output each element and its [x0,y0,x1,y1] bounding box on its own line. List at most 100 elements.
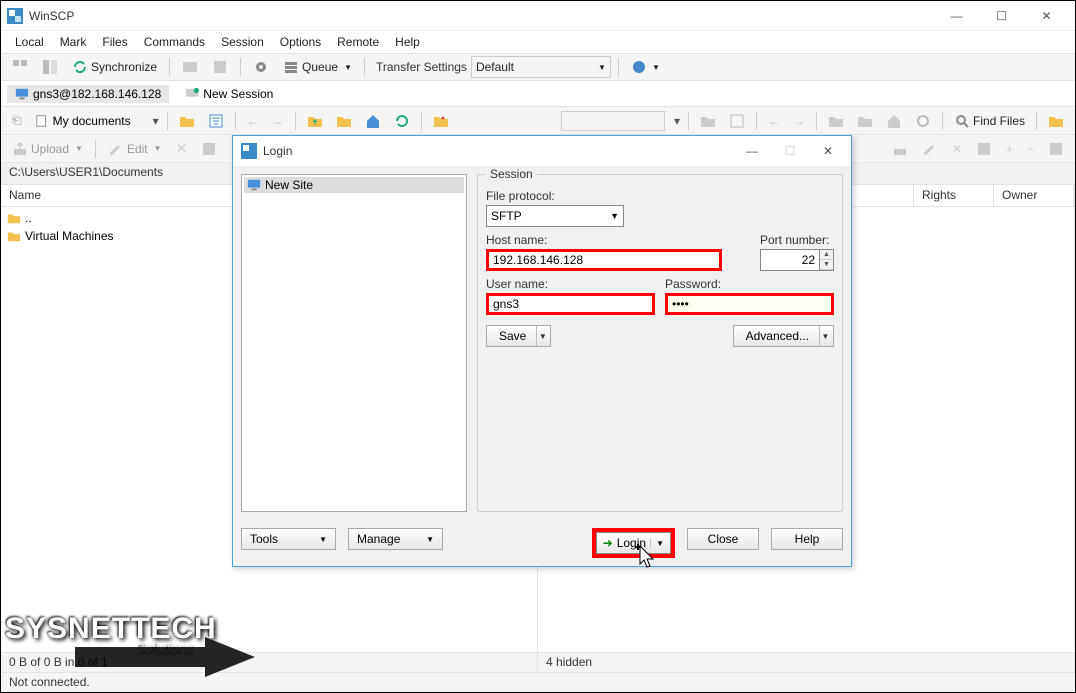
site-item-new[interactable]: New Site [244,177,464,193]
r-root-icon[interactable] [852,110,878,132]
delete-icon[interactable]: ✕ [171,138,193,160]
status-bar: 0 B of 0 B in 0 of 1 4 hidden [1,652,1075,672]
advanced-button[interactable]: Advanced...▼ [733,325,834,347]
r-refresh-icon[interactable] [910,110,936,132]
r-back-icon[interactable]: ← [763,110,785,132]
menu-help[interactable]: Help [389,33,426,51]
session-tab-1[interactable]: gns3@182.168.146.128 [7,85,169,103]
r-download-button[interactable] [887,138,913,160]
menu-files[interactable]: Files [96,33,133,51]
tb-y-icon[interactable] [207,56,233,78]
synchronize-label: Synchronize [91,60,157,74]
local-location-dropdown[interactable]: My documents [30,111,148,131]
upload-label: Upload [31,142,69,156]
edit-button[interactable]: Edit▼ [103,138,167,160]
titlebar: WinSCP — ☐ ✕ [1,1,1075,31]
dialog-maximize-button: ☐ [775,140,805,162]
find-files-button[interactable]: Find Files [949,110,1030,132]
r-home-icon[interactable] [881,110,907,132]
password-input[interactable] [665,293,834,315]
queue-label: Queue [302,60,338,74]
window-maximize-button[interactable]: ☐ [979,2,1024,30]
app-icon [7,8,23,24]
monitor-icon [247,178,261,192]
menu-remote[interactable]: Remote [331,33,385,51]
transfer-settings-label: Transfer Settings [376,60,467,74]
queue-button[interactable]: Queue▼ [278,56,357,78]
find-files-label: Find Files [973,114,1025,128]
menu-mark[interactable]: Mark [54,33,93,51]
parent-label: .. [25,211,32,225]
remote-location-dropdown[interactable] [561,111,665,131]
new-session-tab[interactable]: New Session [177,85,281,103]
close-button[interactable]: Close [687,528,759,550]
r-fwd-icon[interactable]: → [788,110,810,132]
r-delete-icon[interactable]: ✕ [947,138,967,160]
edit-label: Edit [127,142,148,156]
root-folder-icon[interactable] [331,110,357,132]
window-minimize-button[interactable]: — [934,2,979,30]
r-plus-icon[interactable]: + [1001,138,1018,160]
help-button[interactable]: Help [771,528,843,550]
r-parent-icon[interactable] [823,110,849,132]
col-rights[interactable]: Rights [914,185,994,206]
port-label: Port number: [760,233,834,247]
dialog-titlebar: Login — ☐ ✕ [233,136,851,166]
local-location-caret[interactable]: ▾ [151,111,161,131]
parent-folder-icon[interactable] [302,110,328,132]
gear-icon[interactable] [248,56,274,78]
session-legend: Session [486,167,537,181]
col-owner[interactable]: Owner [994,185,1074,206]
dialog-minimize-button[interactable]: — [737,140,767,162]
file-protocol-dropdown[interactable]: SFTP▼ [486,205,624,227]
r-bookmark-icon[interactable] [1043,110,1069,132]
tb-compare-icon[interactable] [37,56,63,78]
manage-button[interactable]: Manage▼ [348,528,443,550]
connection-status: Not connected. [1,673,98,692]
r-newdir-icon[interactable] [971,138,997,160]
menu-session[interactable]: Session [215,33,270,51]
port-input[interactable] [760,249,820,271]
password-label: Password: [665,277,834,291]
menu-options[interactable]: Options [274,33,327,51]
filter-icon[interactable] [203,110,229,132]
nav-back-icon[interactable]: ← [242,110,264,132]
refresh-icon[interactable] [389,110,415,132]
save-button[interactable]: Save▼ [486,325,551,347]
r-prop-icon[interactable] [1043,138,1069,160]
dialog-title: Login [263,144,737,158]
back-local-icon[interactable]: ⎗ [7,110,27,132]
port-spinner[interactable]: ▲▼ [820,249,834,271]
tb-grid-icon[interactable] [7,56,33,78]
new-session-icon [185,87,199,101]
dialog-close-button[interactable]: ✕ [813,140,843,162]
login-button[interactable]: ➜ Login ▼ [596,532,671,554]
vm-label: Virtual Machines [25,229,114,243]
synchronize-button[interactable]: Synchronize [67,56,162,78]
remote-location-caret[interactable]: ▾ [672,111,682,131]
disconnect-icon[interactable]: ▼ [626,56,665,78]
bookmark-icon[interactable] [428,110,454,132]
transfer-settings-dropdown[interactable]: Default▼ [471,56,611,78]
r-minus-icon[interactable]: − [1022,138,1039,160]
open-folder-icon[interactable] [174,110,200,132]
r-open-folder-icon[interactable] [695,110,721,132]
tools-button[interactable]: Tools▼ [241,528,336,550]
folder-up-icon [7,211,21,225]
menu-local[interactable]: Local [9,33,50,51]
session-tab-1-label: gns3@182.168.146.128 [33,87,161,101]
menu-commands[interactable]: Commands [138,33,211,51]
local-location-label: My documents [53,114,131,128]
r-filter-icon[interactable] [724,110,750,132]
host-name-input[interactable] [486,249,722,271]
tb-x-icon[interactable] [177,56,203,78]
home-icon[interactable] [360,110,386,132]
main-toolbar: Synchronize Queue▼ Transfer Settings Def… [1,53,1075,81]
r-edit-button[interactable] [917,138,943,160]
site-tree[interactable]: New Site [241,174,467,512]
nav-fwd-icon[interactable]: → [267,110,289,132]
prop-icon[interactable] [196,138,222,160]
username-input[interactable] [486,293,655,315]
upload-button[interactable]: Upload▼ [7,138,88,160]
window-close-button[interactable]: ✕ [1024,2,1069,30]
